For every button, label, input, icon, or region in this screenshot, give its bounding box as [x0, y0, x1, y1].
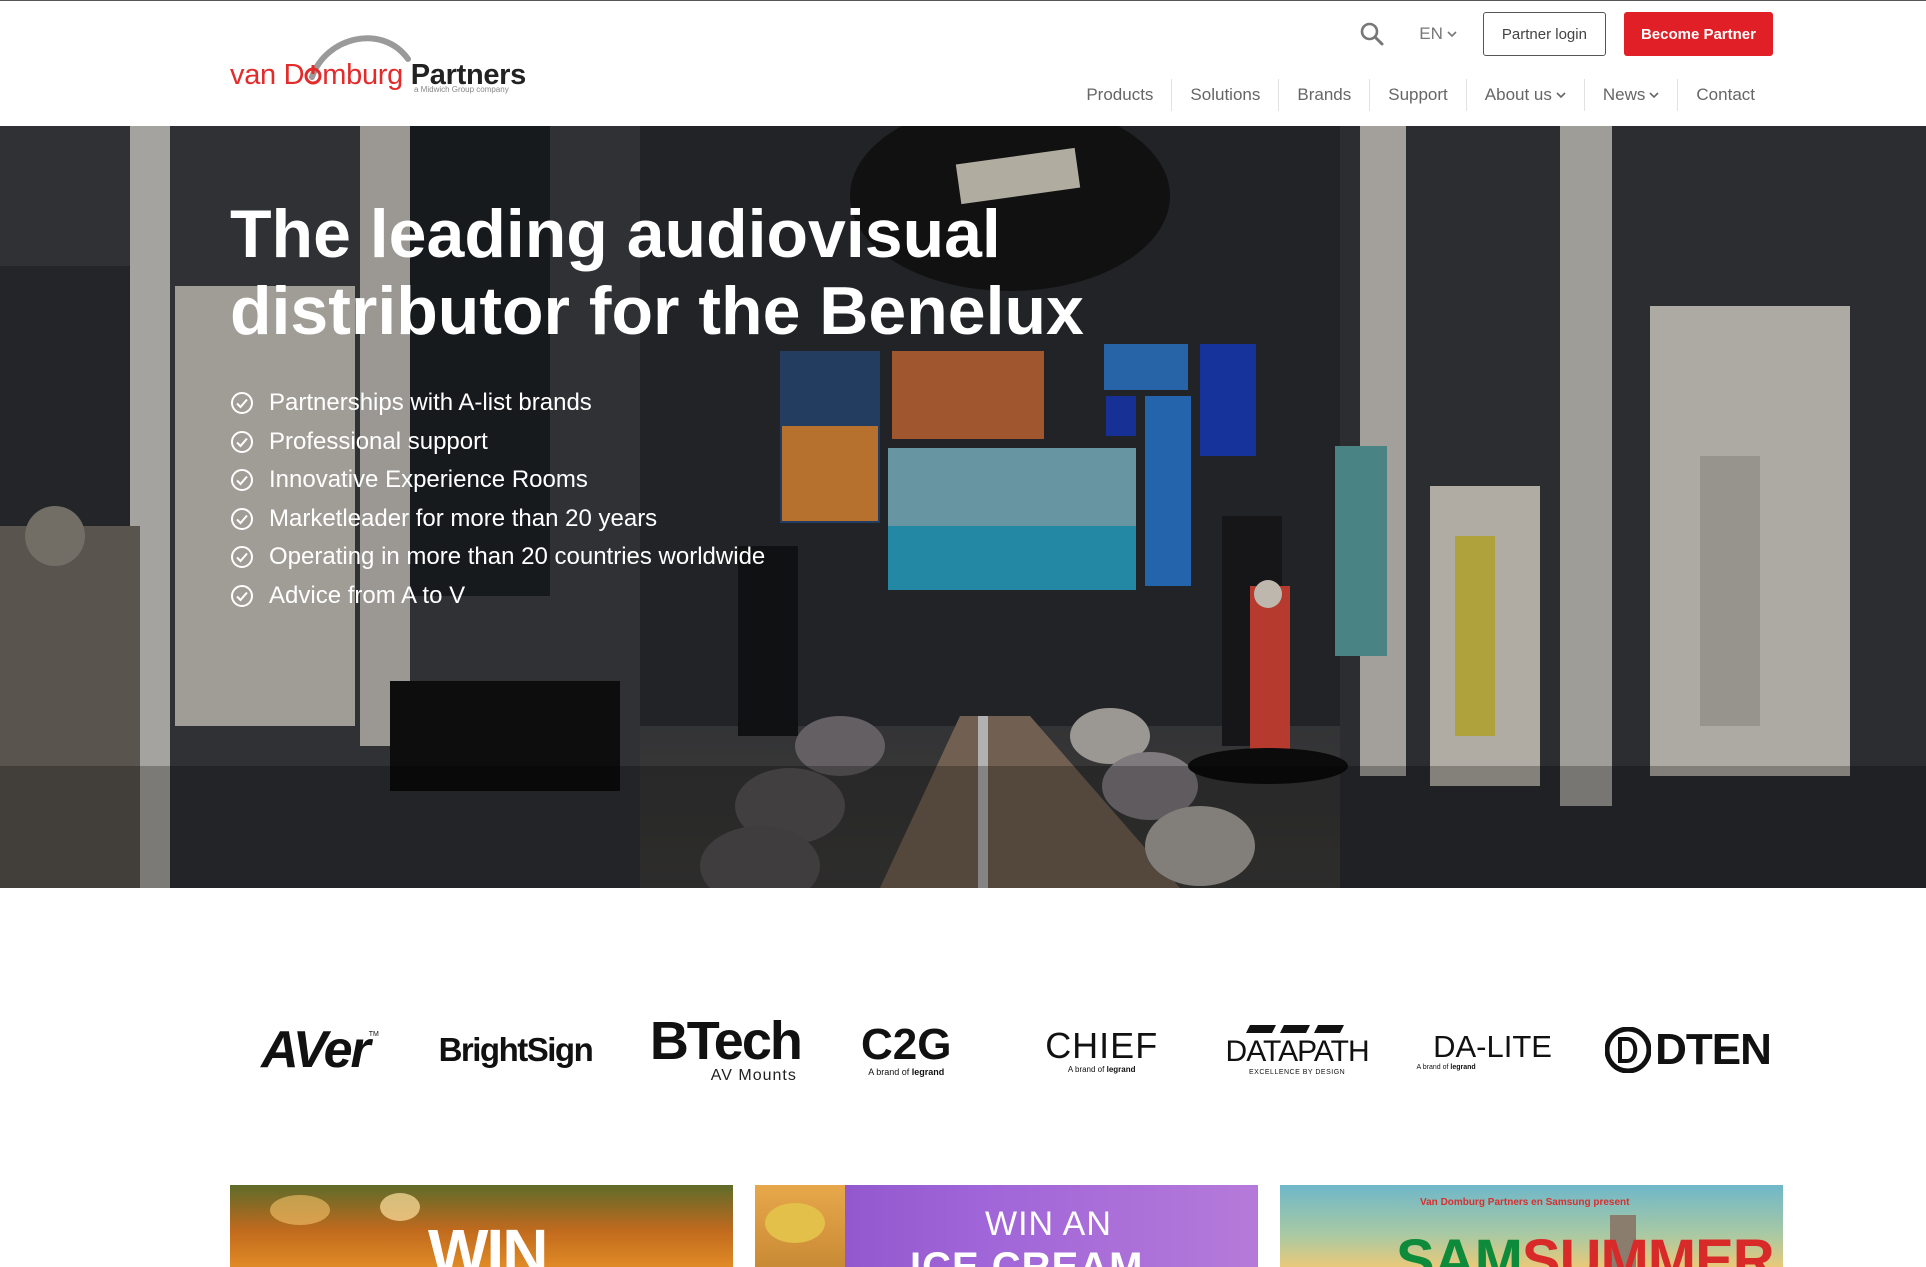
search-icon[interactable] [1359, 21, 1385, 47]
check-circle-icon [231, 507, 253, 530]
nav-item-news[interactable]: News [1583, 79, 1678, 111]
list-item: Partnerships with A-list brands [230, 384, 765, 423]
news-card[interactable]: Van Domburg Partners en Samsung present … [1280, 1185, 1783, 1267]
logo[interactable]: van Dmburg Partners a Midwich Group comp… [230, 29, 530, 101]
list-item: Advice from A to V [230, 577, 765, 616]
datapath-stripes-graphic [1246, 1024, 1345, 1033]
news-card[interactable]: WIN [230, 1185, 733, 1267]
language-label: EN [1419, 24, 1443, 43]
brand-logo-dten[interactable]: DTEN [1598, 1005, 1778, 1095]
check-circle-icon [231, 584, 253, 607]
main-nav: Products Solutions Brands Support About … [1068, 79, 1773, 111]
chevron-down-icon [1649, 91, 1659, 98]
card-title: WIN AN [985, 1205, 1112, 1243]
nav-item-about-us[interactable]: About us [1465, 79, 1584, 111]
list-item: Marketleader for more than 20 years [230, 500, 765, 539]
partner-login-button[interactable]: Partner login [1482, 12, 1606, 56]
dten-mark-icon [1605, 1027, 1652, 1073]
nav-item-brands[interactable]: Brands [1278, 79, 1369, 111]
nav-item-solutions[interactable]: Solutions [1171, 79, 1278, 111]
check-circle-icon [231, 546, 253, 569]
brand-logo-btech[interactable]: BTech AV Mounts [621, 1005, 803, 1095]
hero-banner: The leading audiovisual distributor for t… [0, 126, 1926, 888]
chevron-down-icon [1556, 91, 1566, 98]
check-circle-icon [231, 430, 253, 453]
list-item: Operating in more than 20 countries worl… [230, 538, 765, 577]
card-image-blur [380, 1193, 420, 1221]
card-kicker: Van Domburg Partners en Samsung present [1420, 1197, 1630, 1208]
brand-logo-aver[interactable]: AVer TM [230, 1005, 410, 1095]
brand-logo-c2g[interactable]: C2G A brand of legrand [816, 1005, 996, 1095]
check-circle-icon [231, 392, 253, 415]
hero-usp-list: Partnerships with A-list brands Professi… [230, 384, 765, 615]
nav-item-products[interactable]: Products [1068, 79, 1171, 111]
list-item: Professional support [230, 423, 765, 462]
hero-title: The leading audiovisual distributor for t… [230, 196, 1084, 349]
logo-tagline: a Midwich Group company [414, 85, 509, 94]
become-partner-button[interactable]: Become Partner [1623, 12, 1773, 56]
language-selector[interactable]: EN [1419, 24, 1457, 44]
brand-logo-chief[interactable]: CHIEF A brand of legrand [1012, 1005, 1192, 1095]
brand-logo-brightsign[interactable]: BrightSign [425, 1005, 605, 1095]
chevron-down-icon [1447, 30, 1457, 37]
card-image-blur [270, 1195, 330, 1225]
list-item: Innovative Experience Rooms [230, 461, 765, 500]
brand-logo-dalite[interactable]: DA-LITE A brand of legrand [1403, 1005, 1583, 1095]
nav-item-contact[interactable]: Contact [1677, 79, 1773, 111]
news-card[interactable]: WIN AN ICE CREAM [755, 1185, 1258, 1267]
card-image-scoop [765, 1203, 825, 1243]
brand-logo-datapath[interactable]: DATAPATH EXCELLENCE BY DESIGN [1207, 1005, 1387, 1095]
card-title: WIN [428, 1216, 548, 1267]
brand-logo-carousel: AVer TM BrightSign BTech AV Mounts C2G A… [230, 1005, 1778, 1095]
news-card-list: WIN WIN AN ICE CREAM Van Domburg Partner… [230, 1185, 1783, 1267]
nav-item-support[interactable]: Support [1369, 79, 1466, 111]
card-title: SAMSUMMER [1396, 1228, 1775, 1267]
check-circle-icon [231, 469, 253, 492]
header-utility-bar: EN Partner login Become Partner [1359, 12, 1773, 56]
card-subtitle: ICE CREAM [910, 1245, 1144, 1267]
site-header: van Dmburg Partners a Midwich Group comp… [0, 0, 1926, 126]
